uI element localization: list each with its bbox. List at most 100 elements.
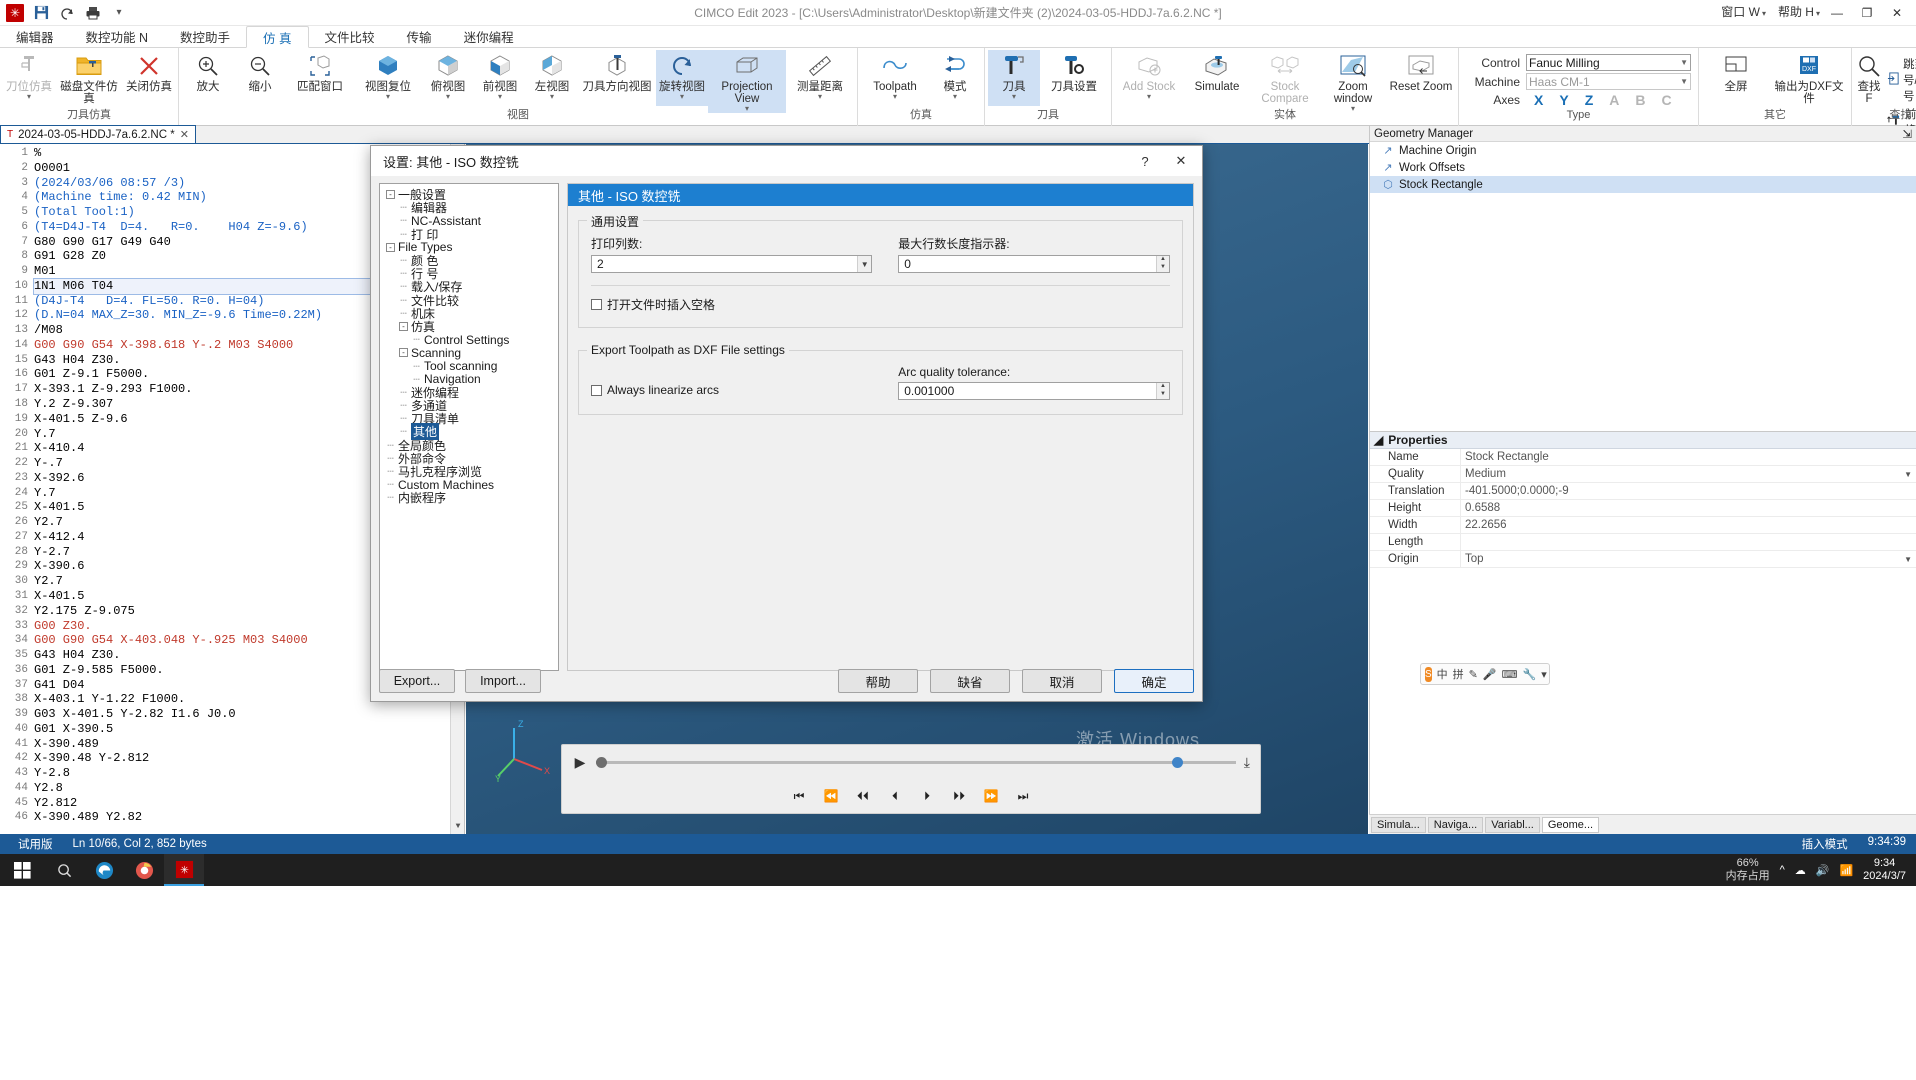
chevron-down-icon[interactable]: ▾ <box>680 93 684 101</box>
import-button[interactable]: Import... <box>465 669 541 693</box>
button-reset-view[interactable]: 视图复位 ▾ <box>354 50 422 106</box>
property-row-origin[interactable]: Origin Top ▼ <box>1370 550 1916 568</box>
tree-item-4[interactable]: - File Types <box>382 240 556 254</box>
property-value[interactable]: -401.5000;0.0000;-9 <box>1460 482 1916 500</box>
tree-expander-icon[interactable]: - <box>386 242 395 252</box>
code-line[interactable]: X-390.489 <box>34 737 448 752</box>
tree-item-14[interactable]: ┄ Navigation <box>382 372 556 386</box>
download-button[interactable]: ⤓ <box>1244 754 1250 771</box>
transport-step-back-fast[interactable]: ⏴⏴ <box>855 789 871 804</box>
tree-item-0[interactable]: - 一般设置 <box>382 188 556 202</box>
tray-network-icon[interactable]: 📶 <box>1839 864 1853 877</box>
property-value[interactable]: 22.2656 <box>1460 516 1916 534</box>
button-rotate-view[interactable]: 旋转视图 ▾ <box>656 50 708 106</box>
button-measure-distance[interactable]: 测量距离 ▾ <box>786 50 854 106</box>
cancel-button[interactable]: 取消 <box>1022 669 1102 693</box>
chevron-down-icon[interactable]: ▾ <box>446 93 450 101</box>
taskbar-search-icon[interactable] <box>44 854 84 886</box>
menu-window[interactable]: 窗口 W ▾ <box>1721 3 1766 20</box>
slider-handle-start[interactable] <box>596 756 607 768</box>
code-line[interactable]: G01 X-390.5 <box>34 722 448 737</box>
close-icon[interactable]: ✕ <box>180 128 189 141</box>
dock-tab-navigation[interactable]: Naviga... <box>1427 816 1484 833</box>
chevron-down-icon[interactable]: ▾ <box>1012 93 1016 101</box>
tray-cloud-icon[interactable]: ☁ <box>1795 864 1806 877</box>
tab-nc-assistant[interactable]: 数控助手 <box>164 25 246 47</box>
tray-volume-icon[interactable]: 🔊 <box>1816 864 1830 877</box>
tab-mini-programming[interactable]: 迷你编程 <box>448 25 530 47</box>
tree-item-7[interactable]: ┄ 载入/保存 <box>382 280 556 294</box>
tree-item-12[interactable]: - Scanning <box>382 346 556 360</box>
pin-icon[interactable]: ⇲ <box>1902 127 1912 141</box>
link-goto-line[interactable]: 跳到行号/字段号 G <box>1887 56 1916 104</box>
print-icon[interactable] <box>84 4 102 22</box>
dock-tab-geometry[interactable]: Geome... <box>1541 816 1600 833</box>
button-disk-file-sim[interactable]: 磁盘文件仿真 <box>55 50 123 106</box>
button-zoom-in[interactable]: 放大 <box>182 50 234 106</box>
property-row-width[interactable]: Width 22.2656 <box>1370 516 1916 534</box>
tab-file-compare[interactable]: 文件比较 <box>309 25 391 47</box>
chevron-down-icon[interactable]: ▼ <box>1680 58 1688 67</box>
scroll-down-icon[interactable]: ▼ <box>451 820 464 834</box>
settings-tree[interactable]: - 一般设置 ┄ 编辑器 ┄ NC-Assistant ┄ 打 印 - File Types ┄ 颜 … <box>379 183 559 671</box>
button-tool-settings[interactable]: 刀具设置 <box>1040 50 1108 106</box>
chevron-down-icon[interactable]: ▼ <box>857 256 872 272</box>
property-row-length[interactable]: Length <box>1370 533 1916 551</box>
insert-space-checkbox[interactable] <box>591 299 602 310</box>
button-left-view[interactable]: 左视图 ▾ <box>526 50 578 106</box>
code-line[interactable]: Y2.812 <box>34 796 448 811</box>
taskbar-app-cimco[interactable]: ✳ <box>164 854 204 886</box>
code-line[interactable]: X-390.489 Y2.82 <box>34 810 448 825</box>
menu-help[interactable]: 帮助 H ▾ <box>1778 3 1820 20</box>
chevron-down-icon[interactable]: ▾ <box>498 93 502 101</box>
chevron-down-icon[interactable]: ▾ <box>1147 93 1151 101</box>
button-mode[interactable]: 模式 ▾ <box>929 50 981 106</box>
property-value[interactable]: Medium ▼ <box>1460 465 1916 483</box>
save-icon[interactable] <box>32 4 50 22</box>
tree-item-21[interactable]: ┄ 马扎克程序浏览 <box>382 465 556 479</box>
geometry-item-stock-rectangle[interactable]: ⬡ Stock Rectangle <box>1370 176 1916 193</box>
ime-voice-icon[interactable]: 🎤 <box>1483 668 1497 681</box>
chevron-down-icon[interactable]: ▼ <box>1904 551 1916 568</box>
button-fullscreen[interactable]: 全屏 <box>1702 50 1770 106</box>
button-zoom-out[interactable]: 缩小 <box>234 50 286 106</box>
property-value[interactable]: 0.6588 <box>1460 499 1916 517</box>
property-row-height[interactable]: Height 0.6588 <box>1370 499 1916 517</box>
transport-step-forward-fast[interactable]: ⏵⏵ <box>951 789 967 804</box>
button-front-view[interactable]: 前视图 ▾ <box>474 50 526 106</box>
tree-expander-icon[interactable]: - <box>399 321 408 331</box>
code-line[interactable]: G03 X-401.5 Y-2.82 I1.6 J0.0 <box>34 707 448 722</box>
control-select[interactable]: Fanuc Milling ▼ <box>1526 54 1691 71</box>
tree-item-2[interactable]: ┄ NC-Assistant <box>382 214 556 228</box>
spinner-up-icon[interactable]: ▲ <box>1156 383 1169 391</box>
transport-first[interactable]: ⏮ <box>791 789 807 804</box>
button-tool[interactable]: 刀具 ▾ <box>988 50 1040 106</box>
arc-tolerance-spinner[interactable]: 0.001000 ▲ ▼ <box>898 382 1170 400</box>
chevron-down-icon[interactable]: ▼ <box>1904 466 1916 483</box>
tree-item-16[interactable]: ┄ 多通道 <box>382 399 556 413</box>
dock-tab-variables[interactable]: Variabl... <box>1485 816 1540 833</box>
file-tab-active[interactable]: T 2024-03-05-HDDJ-7a.6.2.NC * ✕ <box>0 125 196 143</box>
progress-slider[interactable] <box>596 756 1236 768</box>
chevron-down-icon[interactable]: ▾ <box>893 93 897 101</box>
button-reset-zoom[interactable]: Reset Zoom <box>1387 50 1455 106</box>
chevron-down-icon[interactable]: ▾ <box>1541 668 1547 681</box>
ime-handwriting-icon[interactable]: ✎ <box>1469 668 1478 681</box>
property-value[interactable] <box>1460 533 1916 551</box>
start-button[interactable] <box>0 854 44 886</box>
tree-expander-icon[interactable]: - <box>386 190 395 200</box>
button-add-stock[interactable]: Add Stock ▾ <box>1115 50 1183 106</box>
taskbar-app-edge[interactable] <box>84 854 124 886</box>
tree-item-3[interactable]: ┄ 打 印 <box>382 228 556 242</box>
spinner-down-icon[interactable]: ▼ <box>1156 391 1169 399</box>
spinner-down-icon[interactable]: ▼ <box>1156 264 1169 272</box>
axis-b[interactable]: B <box>1635 92 1645 108</box>
export-button[interactable]: Export... <box>379 669 455 693</box>
tree-item-17[interactable]: ┄ 刀具清单 <box>382 412 556 426</box>
undo-icon[interactable] <box>58 4 76 22</box>
linearize-arcs-checkbox[interactable] <box>591 384 602 396</box>
max-line-length-spinner[interactable]: 0 ▲ ▼ <box>898 255 1170 273</box>
button-top-view[interactable]: 俯视图 ▾ <box>422 50 474 106</box>
button-tool-direction-view[interactable]: 刀具方向视图 <box>578 50 656 106</box>
tab-simulation[interactable]: 仿 真 <box>246 26 309 48</box>
